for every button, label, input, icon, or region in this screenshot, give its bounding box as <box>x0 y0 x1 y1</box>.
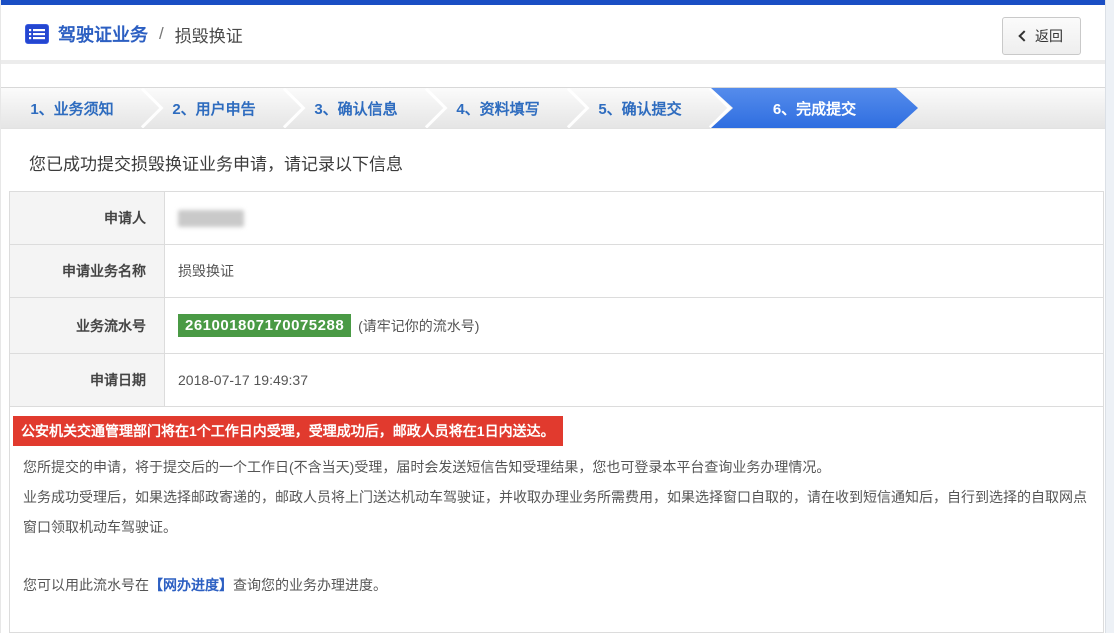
serial-number-note: (请牢记你的流水号) <box>358 318 479 334</box>
business-name-value: 损毁换证 <box>165 245 1104 298</box>
table-row-business-name: 申请业务名称 损毁换证 <box>10 245 1104 298</box>
applicant-value <box>165 192 1104 245</box>
page-title-category: 驾驶证业务 <box>58 21 148 47</box>
step-4-fill-materials[interactable]: 4、资料填写 <box>427 88 569 128</box>
progress-text-suffix: 查询您的业务办理进度。 <box>233 577 387 593</box>
applicant-label: 申请人 <box>10 192 165 245</box>
application-date-label: 申请日期 <box>10 354 165 407</box>
note-paragraph-2: 业务成功受理后，如果选择邮政寄递的，邮政人员将上门送达机动车驾驶证，并收取办理业… <box>23 482 1089 542</box>
business-name-label: 申请业务名称 <box>10 245 165 298</box>
notes-cell: 公安机关交通管理部门将在1个工作日内受理，受理成功后，邮政人员将在1日内送达。 … <box>10 407 1104 633</box>
processing-alert-banner: 公安机关交通管理部门将在1个工作日内受理，受理成功后，邮政人员将在1日内送达。 <box>13 416 563 446</box>
serial-number-value: 261001807170075288 (请牢记你的流水号) <box>165 298 1104 354</box>
step-3-confirm-info[interactable]: 3、确认信息 <box>285 88 427 128</box>
table-row-applicant: 申请人 <box>10 192 1104 245</box>
online-progress-link[interactable]: 【网办进度】 <box>149 577 233 593</box>
redacted-applicant-name <box>178 210 244 227</box>
page-header: 驾驶证业务 / 损毁换证 返回 <box>1 5 1105 64</box>
back-button-label: 返回 <box>1035 26 1063 46</box>
note-paragraph-progress: 您可以用此流水号在【网办进度】查询您的业务办理进度。 <box>23 570 1089 600</box>
application-info-table: 申请人 申请业务名称 损毁换证 业务流水号 261001807170075288… <box>9 191 1104 633</box>
page-container: 驾驶证业务 / 损毁换证 返回 1、业务须知 2、用户申告 3、确认信息 4、资… <box>0 0 1106 633</box>
step-5-confirm-submit[interactable]: 5、确认提交 <box>569 88 711 128</box>
table-row-application-date: 申请日期 2018-07-17 19:49:37 <box>10 354 1104 407</box>
note-paragraph-1: 您所提交的申请，将于提交后的一个工作日(不含当天)受理，届时会发送短信告知受理结… <box>23 452 1089 482</box>
serial-number-badge: 261001807170075288 <box>178 314 351 337</box>
table-row-serial-number: 业务流水号 261001807170075288 (请牢记你的流水号) <box>10 298 1104 354</box>
step-6-submission-complete[interactable]: 6、完成提交 <box>711 88 918 128</box>
success-message: 您已成功提交损毁换证业务申请，请记录以下信息 <box>29 150 1105 175</box>
wizard-step-bar: 1、业务须知 2、用户申告 3、确认信息 4、资料填写 5、确认提交 6、完成提… <box>1 87 1105 129</box>
chevron-left-icon <box>1018 30 1029 41</box>
step-1-business-notice[interactable]: 1、业务须知 <box>1 88 143 128</box>
back-button[interactable]: 返回 <box>1002 17 1081 55</box>
breadcrumb-separator: / <box>157 24 166 44</box>
application-date-value: 2018-07-17 19:49:37 <box>165 354 1104 407</box>
serial-number-label: 业务流水号 <box>10 298 165 354</box>
progress-text-prefix: 您可以用此流水号在 <box>23 577 149 593</box>
list-icon <box>25 24 49 44</box>
table-row-notes: 公安机关交通管理部门将在1个工作日内受理，受理成功后，邮政人员将在1日内送达。 … <box>10 407 1104 633</box>
page-title-service: 损毁换证 <box>175 22 243 47</box>
breadcrumb: 驾驶证业务 / 损毁换证 <box>25 21 1081 47</box>
step-2-user-declaration[interactable]: 2、用户申告 <box>143 88 285 128</box>
